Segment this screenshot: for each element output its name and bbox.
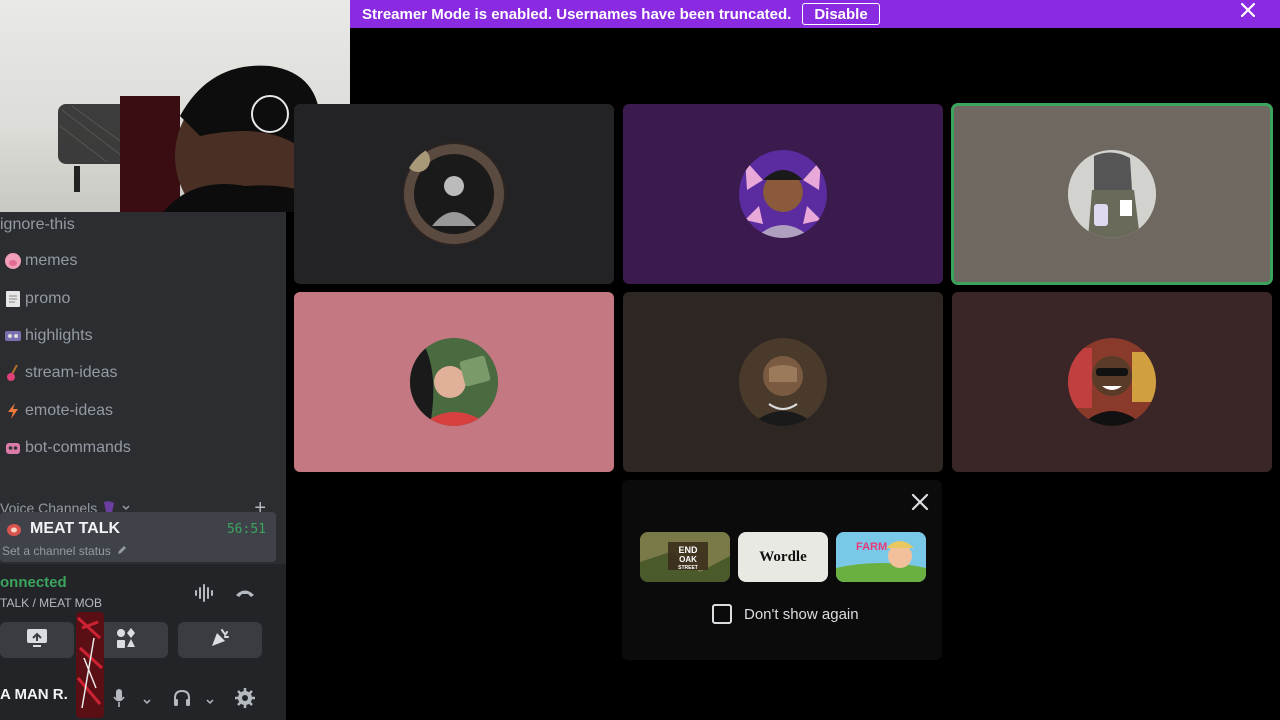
voice-elapsed-time: 56:51 [226, 522, 266, 537]
participant-tile-5[interactable] [623, 292, 943, 472]
noise-suppression-icon[interactable] [194, 584, 216, 607]
voice-channel-name: MEAT TALK [30, 520, 121, 537]
settings-gear-icon[interactable] [234, 687, 256, 714]
wordle-label: Wordle [759, 548, 807, 565]
channel-item-promo[interactable]: promo [0, 286, 70, 312]
svg-text:OAK: OAK [679, 555, 697, 564]
channel-label: ignore-this [0, 216, 75, 233]
channel-label: stream-ideas [25, 364, 118, 381]
pig-emoji-icon [3, 251, 23, 271]
pencil-icon [117, 544, 127, 558]
channel-label: emote-ideas [25, 402, 114, 419]
close-icon[interactable] [1238, 0, 1258, 20]
page-emoji-icon [3, 289, 23, 309]
channel-item-memes[interactable]: memes [0, 248, 77, 274]
soundboard-button[interactable] [178, 622, 262, 658]
guitar-emoji-icon [3, 363, 23, 383]
participant-tile-3-speaking[interactable] [952, 104, 1272, 284]
streamer-mode-banner: Streamer Mode is enabled. Usernames have… [350, 0, 1280, 28]
channel-label: promo [25, 290, 71, 307]
current-username: A MAN R. [0, 686, 68, 703]
headphones-icon[interactable] [172, 688, 192, 713]
participant-avatar [739, 150, 827, 238]
svg-text:END: END [678, 545, 698, 555]
activities-popup: END OAK STREET Wordle FARM Don't show agai… [622, 480, 942, 660]
activity-farm-merge-valley[interactable]: FARM [836, 532, 926, 582]
close-icon[interactable] [910, 492, 930, 512]
discord-window: Streamer Mode is enabled. Usernames have… [0, 0, 1280, 720]
bolt-emoji-icon [3, 401, 23, 421]
participant-avatar [402, 142, 506, 246]
channel-item-highlights[interactable]: highlights [0, 323, 93, 349]
participant-avatar [739, 338, 827, 426]
channel-status-placeholder: Set a channel status [2, 544, 111, 558]
disable-streamer-mode-button[interactable]: Disable [802, 3, 880, 25]
channel-label: highlights [25, 327, 93, 344]
participant-avatar [1068, 338, 1156, 426]
dont-show-again-option[interactable]: Don't show again [712, 604, 859, 624]
participant-tile-6[interactable] [952, 292, 1272, 472]
channel-item-bot-commands[interactable]: bot-commands [0, 435, 131, 461]
voice-connected-status: onnected [0, 574, 67, 591]
svg-text:FARM: FARM [856, 541, 887, 553]
microphone-icon[interactable] [112, 688, 126, 713]
channel-status-input[interactable]: Set a channel status [2, 544, 127, 558]
screen-share-button[interactable] [0, 622, 74, 658]
participant-tile-1[interactable] [294, 104, 614, 284]
screen-share-icon [26, 628, 48, 653]
participant-tile-2[interactable] [623, 104, 943, 284]
disconnect-icon[interactable] [234, 586, 256, 605]
tape-emoji-icon [3, 326, 23, 346]
dont-show-again-checkbox[interactable] [712, 604, 732, 624]
participant-avatar [1068, 150, 1156, 238]
activity-end-of-oak-street[interactable]: END OAK STREET [640, 532, 730, 582]
channel-item-emote-ideas[interactable]: emote-ideas [0, 398, 113, 424]
activities-icon [115, 627, 137, 654]
soundboard-icon [209, 627, 231, 654]
participant-tile-4[interactable] [294, 292, 614, 472]
mic-options-chevron-icon[interactable] [142, 694, 152, 712]
channel-item-stream-ideas[interactable]: stream-ideas [0, 360, 117, 386]
dont-show-again-label: Don't show again [744, 605, 859, 623]
voice-channel-meat-talk[interactable]: MEAT TALK 56:51 Set a channel status [0, 512, 276, 562]
headphone-options-chevron-icon[interactable] [205, 694, 215, 712]
robot-emoji-icon [3, 438, 23, 458]
svg-text:STREET: STREET [678, 565, 698, 571]
activity-wordle[interactable]: Wordle [738, 532, 828, 582]
channel-sidebar: ignore-this memes promo highlights strea… [0, 212, 286, 720]
voice-connection-panel: onnected TALK / MEAT MOB A MAN R. [0, 564, 286, 720]
banner-message: Streamer Mode is enabled. Usernames have… [362, 5, 792, 23]
participant-avatar [410, 338, 498, 426]
user-avatar[interactable] [70, 608, 110, 720]
channel-label: memes [25, 252, 78, 269]
meat-emoji-icon [5, 520, 23, 543]
channel-item-ignore-this[interactable]: ignore-this [0, 212, 75, 238]
channel-label: bot-commands [25, 439, 131, 456]
